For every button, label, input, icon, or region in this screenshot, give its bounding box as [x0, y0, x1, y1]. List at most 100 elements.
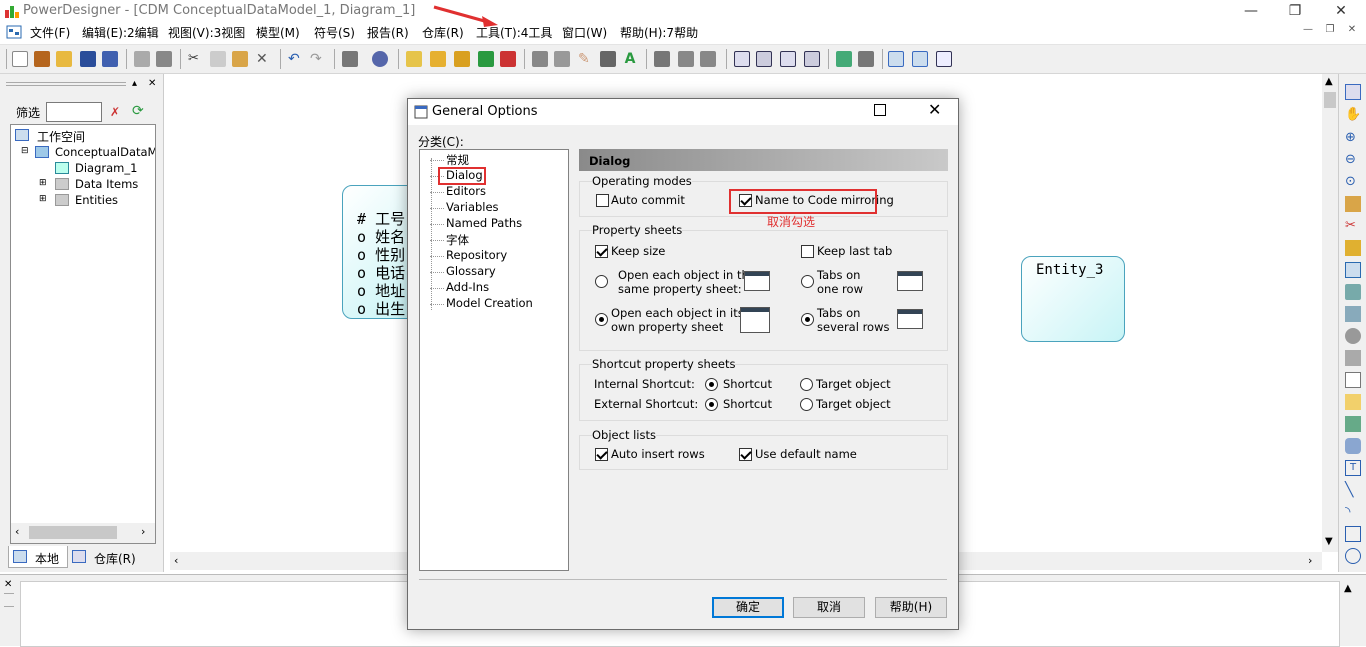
category-model-creation[interactable]: Model Creation — [446, 296, 533, 310]
undo-icon[interactable]: ↶ — [288, 51, 304, 67]
view-4-icon[interactable] — [804, 51, 820, 67]
close-button[interactable]: ✕ — [1318, 0, 1364, 22]
open-own-sheet-radio[interactable] — [595, 313, 608, 326]
category-repository[interactable]: Repository — [446, 248, 507, 262]
paste-icon[interactable] — [232, 51, 248, 67]
category-variables[interactable]: Variables — [446, 200, 499, 214]
checklist-icon[interactable] — [500, 51, 516, 67]
refresh-icon[interactable] — [478, 51, 494, 67]
tree-data-items[interactable]: Data Items — [75, 177, 138, 191]
line-tool-icon[interactable]: ╲ — [1345, 482, 1361, 498]
canvas-vertical-scrollbar[interactable]: ▲ ▼ — [1322, 74, 1338, 552]
association-tool-icon[interactable] — [1345, 328, 1361, 344]
result-list-icon[interactable] — [936, 51, 952, 67]
zoom-in-icon[interactable]: ⊕ — [1345, 130, 1361, 146]
maximize-button[interactable]: ❐ — [1272, 0, 1318, 22]
copy-icon[interactable] — [210, 51, 226, 67]
tree-model[interactable]: ConceptualDataMod — [55, 145, 155, 159]
clear-filter-icon[interactable]: ✗ — [110, 105, 120, 119]
menu-edit[interactable]: 编辑(E):2编辑 — [82, 24, 159, 41]
auto-insert-rows-checkbox[interactable] — [595, 448, 608, 461]
refresh-icon[interactable]: ⟳ — [132, 103, 144, 119]
category-fonts[interactable]: 字体 — [446, 232, 469, 248]
view-2-icon[interactable] — [756, 51, 772, 67]
dialog-maximize-button[interactable] — [874, 104, 886, 116]
export-icon[interactable] — [858, 51, 874, 67]
inheritance-tool-icon[interactable] — [1345, 306, 1361, 322]
output-grip[interactable] — [4, 593, 14, 607]
save-icon[interactable] — [80, 51, 96, 67]
arrow-left-icon[interactable] — [678, 51, 694, 67]
mdi-minimize-icon[interactable]: — — [1300, 24, 1316, 40]
tab-repository[interactable]: 仓库(R) — [70, 546, 148, 568]
package-palette-icon[interactable] — [1345, 240, 1361, 256]
font-icon[interactable]: A — [622, 51, 638, 67]
tree-workspace[interactable]: 工作空间 — [37, 128, 85, 145]
minimize-button[interactable]: — — [1228, 0, 1274, 22]
keep-last-tab-checkbox[interactable] — [801, 245, 814, 258]
note-tool-icon[interactable] — [1345, 394, 1361, 410]
menu-window[interactable]: 窗口(W) — [562, 24, 607, 41]
new-icon[interactable] — [12, 51, 28, 67]
category-glossary[interactable]: Glossary — [446, 264, 496, 278]
category-named-paths[interactable]: Named Paths — [446, 216, 522, 230]
ok-button[interactable]: 确定 — [712, 597, 784, 618]
menu-report[interactable]: 报告(R) — [367, 24, 409, 41]
check-model-icon[interactable] — [372, 51, 388, 67]
category-add-ins[interactable]: Add-Ins — [446, 280, 489, 294]
dock-icon[interactable]: ▴ — [132, 78, 137, 89]
model-icon[interactable] — [6, 24, 22, 40]
print-preview-icon[interactable] — [134, 51, 150, 67]
delete-palette-icon[interactable]: ✂ — [1345, 218, 1361, 234]
open-same-sheet-radio[interactable] — [595, 275, 608, 288]
image-icon[interactable] — [836, 51, 852, 67]
tabs-several-rows-radio[interactable] — [801, 313, 814, 326]
open-package-icon[interactable] — [430, 51, 446, 67]
cut-icon[interactable]: ✂ — [188, 51, 204, 67]
open-icon[interactable] — [56, 51, 72, 67]
save-all-icon[interactable] — [102, 51, 118, 67]
line-style-icon[interactable] — [600, 51, 616, 67]
link-tool-icon[interactable] — [1345, 416, 1361, 432]
mdi-restore-icon[interactable]: ❐ — [1322, 24, 1338, 40]
tab-local[interactable]: 本地 — [8, 546, 68, 568]
tree-diagram[interactable]: Diagram_1 — [75, 161, 137, 175]
panel-close-icon[interactable]: ✕ — [148, 78, 156, 89]
fill-icon[interactable] — [554, 51, 570, 67]
file-tool-icon[interactable] — [1345, 372, 1361, 388]
zoom-out-icon[interactable]: ⊖ — [1345, 152, 1361, 168]
mdi-close-icon[interactable]: ✕ — [1344, 24, 1360, 40]
align-icon[interactable] — [654, 51, 670, 67]
dialog-title-bar[interactable]: General Options ✕ — [408, 99, 958, 125]
view-3-icon[interactable] — [780, 51, 796, 67]
cancel-button[interactable]: 取消 — [793, 597, 865, 618]
redo-icon[interactable]: ↷ — [310, 51, 326, 67]
external-target-radio[interactable] — [800, 398, 813, 411]
tree-entities[interactable]: Entities — [75, 193, 118, 207]
new-package-icon[interactable] — [406, 51, 422, 67]
help-button[interactable]: 帮助(H) — [875, 597, 947, 618]
entity-3[interactable]: Entity_3 — [1021, 256, 1125, 342]
menu-symbol[interactable]: 符号(S) — [314, 24, 355, 41]
output-close-icon[interactable]: ✕ — [4, 579, 12, 590]
menu-model[interactable]: 模型(M) — [256, 24, 300, 41]
rectangle-tool-icon[interactable] — [1345, 526, 1361, 542]
properties-icon[interactable] — [342, 51, 358, 67]
category-general[interactable]: 常规 — [446, 152, 469, 168]
output-toggle-icon[interactable] — [912, 51, 928, 67]
menu-view[interactable]: 视图(V):3视图 — [168, 24, 245, 41]
browser-toggle-icon[interactable] — [888, 51, 904, 67]
association-link-icon[interactable] — [1345, 350, 1361, 366]
menu-file[interactable]: 文件(F) — [30, 24, 70, 41]
external-shortcut-radio[interactable] — [705, 398, 718, 411]
print-icon[interactable] — [156, 51, 172, 67]
properties-palette-icon[interactable] — [1345, 196, 1361, 212]
entity-tool-icon[interactable] — [1345, 262, 1361, 278]
open-view-icon[interactable]: ⊙ — [1345, 174, 1361, 190]
title-tool-icon[interactable] — [1345, 438, 1361, 454]
shape-icon[interactable] — [532, 51, 548, 67]
pointer-icon[interactable] — [1345, 84, 1361, 100]
auto-commit-checkbox[interactable] — [596, 194, 609, 207]
arrow-right-icon[interactable] — [700, 51, 716, 67]
filter-input[interactable] — [46, 102, 102, 122]
